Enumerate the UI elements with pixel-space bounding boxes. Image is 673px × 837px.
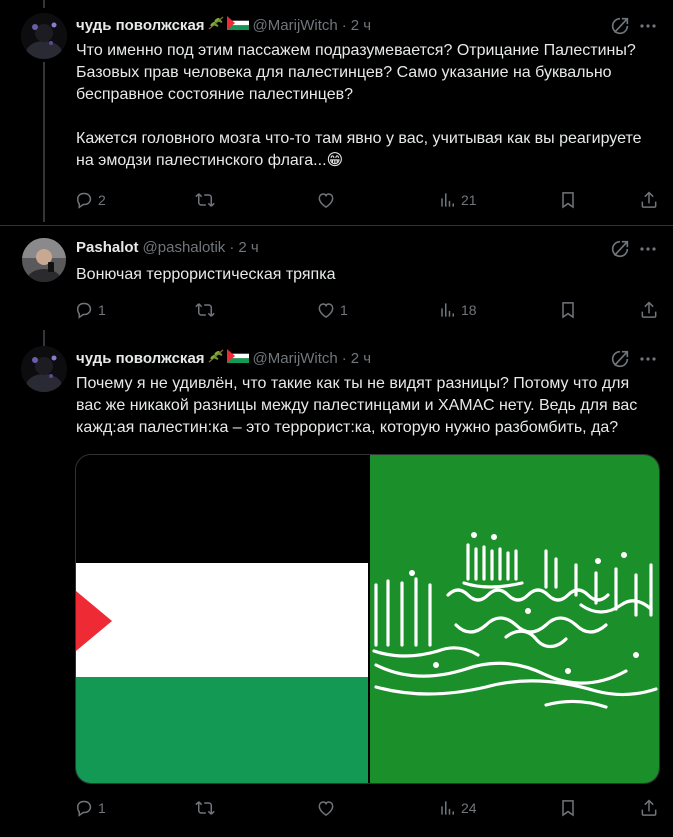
reply-button[interactable]: 2 xyxy=(74,190,134,210)
share-button[interactable] xyxy=(639,190,659,210)
share-button[interactable] xyxy=(639,300,659,320)
flags-image xyxy=(76,455,659,783)
palestine-flag-image xyxy=(76,455,368,783)
views-count: 24 xyxy=(461,800,477,816)
repost-icon xyxy=(195,798,215,818)
separator: · xyxy=(341,17,347,34)
reply-count: 1 xyxy=(98,800,106,816)
avatar-image xyxy=(21,13,67,59)
tweet-1[interactable]: чудь поволжская @MarijWitch · 2 ч Что им… xyxy=(0,0,673,225)
bookmark-button[interactable] xyxy=(558,798,578,818)
views-button[interactable]: 21 xyxy=(437,190,497,210)
handle[interactable]: @pashalotik xyxy=(143,238,226,258)
separator: · xyxy=(229,239,235,256)
palestine-flag-emoji xyxy=(226,16,249,36)
views-button[interactable]: 24 xyxy=(437,798,497,818)
action-bar: 1 24 xyxy=(74,796,659,820)
action-bar: 1 1 18 xyxy=(74,298,659,322)
views-button[interactable]: 18 xyxy=(437,300,497,320)
views-icon xyxy=(437,798,457,818)
views-icon xyxy=(437,300,457,320)
reply-button[interactable]: 1 xyxy=(74,798,134,818)
tweet-header: чудь поволжская @MarijWitch · 2 ч xyxy=(76,348,371,370)
timestamp[interactable]: 2 ч xyxy=(238,238,258,258)
bookmark-icon xyxy=(558,300,578,320)
views-count: 18 xyxy=(461,302,477,318)
timestamp[interactable]: 2 ч xyxy=(351,349,371,369)
repost-button[interactable] xyxy=(195,190,255,210)
repost-icon xyxy=(195,300,215,320)
olive-branch-emoji xyxy=(207,15,225,37)
avatar-image xyxy=(22,238,66,282)
repost-button[interactable] xyxy=(195,300,255,320)
tweet-header: чудь поволжская @MarijWitch · 2 ч xyxy=(76,15,371,37)
grok-icon[interactable] xyxy=(609,15,631,37)
grok-icon[interactable] xyxy=(609,348,631,370)
handle[interactable]: @MarijWitch xyxy=(253,16,338,36)
separator: · xyxy=(341,350,347,367)
tweet-text: Что именно под этим пассажем подразумева… xyxy=(76,42,642,169)
display-name[interactable]: чудь поволжская xyxy=(76,349,205,369)
repost-button[interactable] xyxy=(195,798,255,818)
like-icon xyxy=(316,300,336,320)
tweet-2[interactable]: Pashalot @pashalotik · 2 ч Вонючая терро… xyxy=(0,226,673,334)
bookmark-button[interactable] xyxy=(558,300,578,320)
views-count: 21 xyxy=(461,192,477,208)
views-icon xyxy=(437,190,457,210)
share-icon xyxy=(639,798,659,818)
handle[interactable]: @MarijWitch xyxy=(253,349,338,369)
display-name[interactable]: Pashalot xyxy=(76,238,139,258)
reply-count: 1 xyxy=(98,302,106,318)
tweet-text: Почему я не удивлён, что такие как ты не… xyxy=(76,375,638,436)
like-button[interactable]: 1 xyxy=(316,300,376,320)
reply-icon xyxy=(74,798,94,818)
tweet-header: Pashalot @pashalotik · 2 ч xyxy=(76,238,259,258)
like-button[interactable] xyxy=(316,190,376,210)
avatar[interactable] xyxy=(22,238,66,282)
palestine-flag-emoji xyxy=(226,349,249,369)
grok-icon[interactable] xyxy=(609,238,631,260)
share-icon xyxy=(639,190,659,210)
avatar[interactable] xyxy=(21,346,67,392)
more-icon[interactable] xyxy=(637,238,659,260)
share-icon xyxy=(639,300,659,320)
bookmark-icon xyxy=(558,798,578,818)
reply-icon xyxy=(74,300,94,320)
reply-icon xyxy=(74,190,94,210)
hamas-flag-image xyxy=(370,455,659,783)
avatar[interactable] xyxy=(21,13,67,59)
like-count: 1 xyxy=(340,302,348,318)
more-icon[interactable] xyxy=(637,15,659,37)
bookmark-icon xyxy=(558,190,578,210)
like-icon xyxy=(316,190,336,210)
tweet-text: Вонючая террористическая тряпка xyxy=(76,266,336,283)
display-name[interactable]: чудь поволжская xyxy=(76,16,205,36)
bookmark-button[interactable] xyxy=(558,190,578,210)
timestamp[interactable]: 2 ч xyxy=(351,16,371,36)
olive-branch-emoji xyxy=(207,348,225,370)
reply-button[interactable]: 1 xyxy=(74,300,134,320)
share-button[interactable] xyxy=(639,798,659,818)
like-button[interactable] xyxy=(316,798,376,818)
avatar-image xyxy=(21,346,67,392)
repost-icon xyxy=(195,190,215,210)
like-icon xyxy=(316,798,336,818)
action-bar: 2 21 xyxy=(74,188,659,212)
tweet-media[interactable] xyxy=(75,454,660,784)
reply-count: 2 xyxy=(98,192,106,208)
more-icon[interactable] xyxy=(637,348,659,370)
